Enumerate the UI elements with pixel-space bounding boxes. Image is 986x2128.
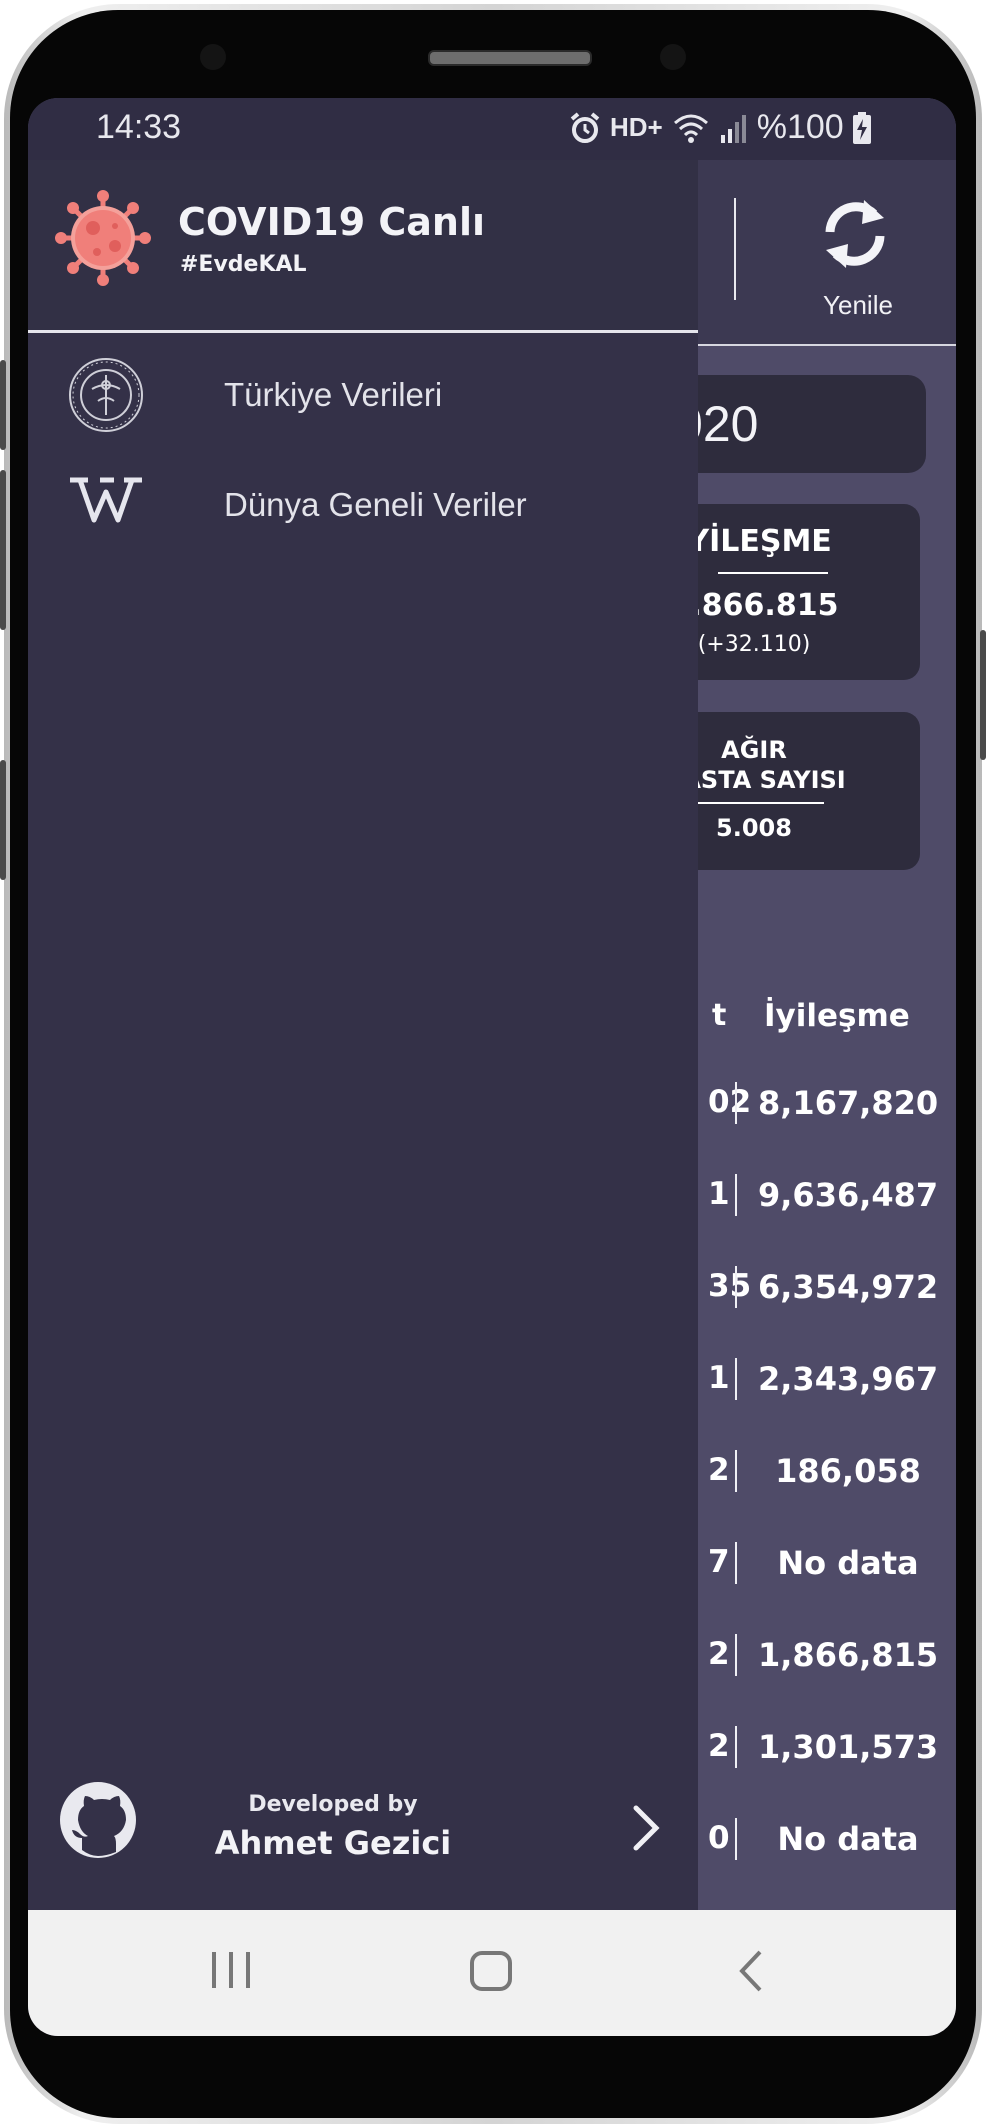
table-cell-divider — [735, 1082, 737, 1124]
menu-item-world-data[interactable]: Dünya Geneli Veriler — [28, 450, 698, 560]
table-cell-divider — [735, 1726, 737, 1768]
navigation-drawer: COVID19 Canlı #EvdeKAL Türkiye Verileri … — [28, 160, 698, 1910]
developed-by-label: Developed by — [248, 1792, 418, 1817]
app-title: COVID19 Canlı — [178, 200, 486, 244]
ministry-seal-icon — [69, 358, 143, 432]
table-cell-partial: 35 — [708, 1268, 752, 1304]
status-bar: 14:33 HD+ %100 — [28, 98, 956, 160]
table-cell-recovered: 8,167,820 — [758, 1084, 939, 1122]
table-cell-partial: 0 — [708, 1820, 730, 1856]
wifi-icon — [673, 114, 708, 143]
status-time: 14:33 — [96, 108, 182, 146]
status-icons: HD+ %100 — [568, 108, 872, 147]
table-cell-partial: 02 — [708, 1084, 752, 1120]
table-cell-partial: 1 — [708, 1176, 730, 1212]
signal-icon — [720, 114, 746, 143]
home-icon[interactable] — [466, 1948, 516, 1994]
battery-charging-icon — [852, 111, 871, 144]
front-sensor — [200, 44, 226, 70]
table-cell-partial: 2 — [708, 1728, 730, 1764]
table-cell-partial: 2 — [708, 1452, 730, 1488]
table-header-recovered: İyileşme — [764, 998, 910, 1034]
table-cell-recovered: No data — [777, 1820, 919, 1858]
table-cell-recovered: No data — [777, 1544, 919, 1582]
menu-item-label: Dünya Geneli Veriler — [224, 486, 527, 523]
header-divider — [734, 198, 736, 300]
drawer-header-divider — [28, 330, 698, 333]
app-tagline: #EvdeKAL — [180, 252, 307, 277]
table-cell-divider — [735, 1358, 737, 1400]
wikipedia-icon — [70, 477, 142, 523]
table-cell-recovered: 1,301,573 — [758, 1728, 939, 1766]
table-cell-recovered: 6,354,972 — [758, 1268, 939, 1306]
table-cell-partial: 1 — [708, 1360, 730, 1396]
table-cell-divider — [735, 1542, 737, 1584]
developer-name[interactable]: Ahmet Gezici — [178, 1824, 488, 1862]
front-camera — [660, 44, 686, 70]
volume-up-button — [0, 360, 6, 450]
network-type-label: HD+ — [610, 112, 663, 142]
earpiece-speaker — [428, 50, 592, 66]
table-cell-partial: 2 — [708, 1636, 730, 1672]
table-cell-divider — [735, 1450, 737, 1492]
back-icon[interactable] — [734, 1948, 768, 1994]
table-cell-recovered: 2,343,967 — [758, 1360, 939, 1398]
virus-logo-icon — [55, 190, 151, 286]
alarm-icon — [570, 111, 600, 143]
refresh-button-label[interactable]: Yenile — [798, 290, 918, 321]
table-cell-recovered: 1,866,815 — [758, 1636, 939, 1674]
table-cell-partial: 7 — [708, 1544, 730, 1580]
refresh-icon[interactable] — [818, 192, 892, 276]
system-navigation-bar — [28, 1910, 956, 2036]
menu-item-turkey-data[interactable]: Türkiye Verileri — [28, 340, 698, 450]
github-icon[interactable] — [58, 1780, 138, 1860]
table-header-partial: t — [712, 998, 727, 1033]
recents-icon[interactable] — [206, 1950, 256, 1990]
bixby-button — [0, 760, 6, 880]
menu-item-label: Türkiye Verileri — [224, 376, 443, 413]
serious-divider — [688, 802, 824, 804]
table-cell-divider — [735, 1634, 737, 1676]
power-button — [980, 630, 986, 760]
recovery-divider — [718, 572, 828, 574]
table-cell-divider — [735, 1266, 737, 1308]
drawer-header: COVID19 Canlı #EvdeKAL — [28, 160, 698, 330]
chevron-right-icon[interactable] — [628, 1800, 664, 1856]
table-cell-recovered: 186,058 — [775, 1452, 921, 1490]
table-cell-recovered: 9,636,487 — [758, 1176, 939, 1214]
phone-screen: 14:33 HD+ %100 Yenile 2020 İYİLEŞME 1.86… — [28, 98, 956, 2036]
battery-level: %100 — [756, 108, 844, 146]
table-cell-divider — [735, 1174, 737, 1216]
table-cell-divider — [735, 1818, 737, 1860]
volume-down-button — [0, 470, 6, 630]
